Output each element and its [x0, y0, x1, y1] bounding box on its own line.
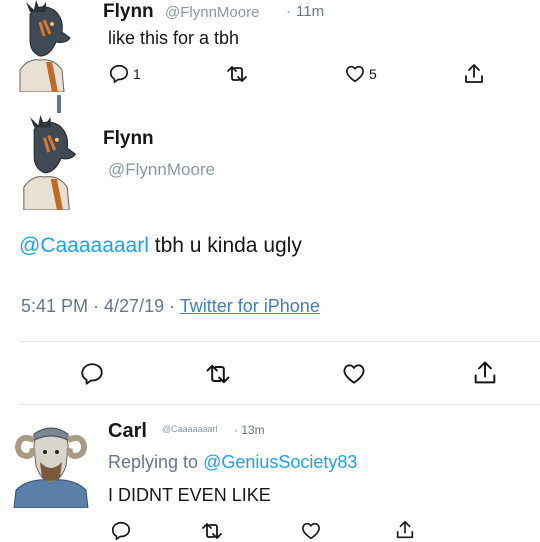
- tweet2-timestamp: 5:41 PM · 4/27/19 ·: [21, 296, 180, 316]
- divider: [20, 404, 540, 405]
- tweet2-source-link[interactable]: Twitter for iPhone: [180, 296, 320, 316]
- tweet2-like-button[interactable]: [341, 361, 367, 387]
- tweet2-mention-link[interactable]: @Caaaaaaarl: [19, 234, 149, 257]
- tweet2-metadata: 5:41 PM · 4/27/19 · Twitter for iPhone: [21, 296, 320, 317]
- thread-connector-line: [57, 95, 61, 113]
- like-icon: [302, 522, 320, 540]
- tweet1-author-handle[interactable]: @FlynnMoore: [165, 4, 259, 21]
- tweet1-separator: ·: [286, 3, 291, 20]
- tweet3-like-button[interactable]: [300, 520, 322, 542]
- replying-to-handle-link[interactable]: @GeniusSociety83: [203, 452, 357, 472]
- tweet1-timestamp[interactable]: 11m: [296, 3, 324, 20]
- tweet2-body: tbh u kinda ugly: [148, 234, 302, 257]
- reply-icon: [81, 363, 103, 385]
- tweet2-author-handle[interactable]: @FlynnMoore: [108, 160, 215, 180]
- reply-icon: [109, 64, 129, 84]
- like-icon: [343, 364, 365, 384]
- avatar-flynn[interactable]: [0, 0, 80, 92]
- tweet1-text: like this for a tbh: [108, 28, 240, 48]
- tweet1-retweet-button[interactable]: [225, 63, 249, 85]
- tweet3-author-handle[interactable]: @Caaaaaaarl: [162, 424, 218, 434]
- tweet3-replying-to: Replying to @GeniusSociety83: [108, 452, 357, 473]
- tweet1-like-button[interactable]: 5: [344, 63, 377, 85]
- tweet3-author-name[interactable]: Carl: [108, 420, 147, 443]
- tweet3-retweet-button[interactable]: [200, 520, 224, 542]
- tweet2-author-name[interactable]: Flynn: [103, 128, 154, 150]
- tweet2-retweet-button[interactable]: [204, 361, 232, 387]
- retweet-icon: [202, 523, 222, 539]
- retweet-icon: [206, 364, 230, 384]
- tweet3-timestamp[interactable]: · 13m: [234, 423, 265, 437]
- retweet-icon: [227, 66, 247, 82]
- reply-icon: [111, 521, 131, 541]
- like-icon: [346, 65, 364, 83]
- tweet1-share-button[interactable]: [462, 62, 486, 86]
- ram-avatar-image: [13, 427, 89, 508]
- share-icon: [474, 361, 496, 384]
- dragon-avatar-image: [19, 0, 71, 92]
- tweet1-reply-button[interactable]: 1: [108, 63, 141, 85]
- tweet1-like-count: 5: [369, 66, 377, 82]
- tweet3-text: I DIDNT EVEN LIKE: [108, 485, 271, 505]
- tweet2-reply-button[interactable]: [79, 361, 105, 387]
- tweet3-share-button[interactable]: [394, 519, 416, 541]
- share-icon: [396, 520, 414, 539]
- avatar-carl[interactable]: [6, 416, 96, 508]
- tweet1-reply-count: 1: [133, 66, 141, 82]
- share-icon: [465, 64, 483, 83]
- tweet1-author-name[interactable]: Flynn: [103, 1, 154, 23]
- dragon-avatar-image: [23, 115, 77, 210]
- tweet2-share-button[interactable]: [471, 359, 499, 387]
- replying-to-label: Replying to: [108, 452, 204, 472]
- avatar-flynn-main[interactable]: [2, 115, 87, 210]
- tweet2-text: @Caaaaaaarl tbh u kinda ugly: [19, 234, 302, 258]
- divider: [20, 341, 540, 342]
- tweet3-reply-button[interactable]: [110, 520, 132, 542]
